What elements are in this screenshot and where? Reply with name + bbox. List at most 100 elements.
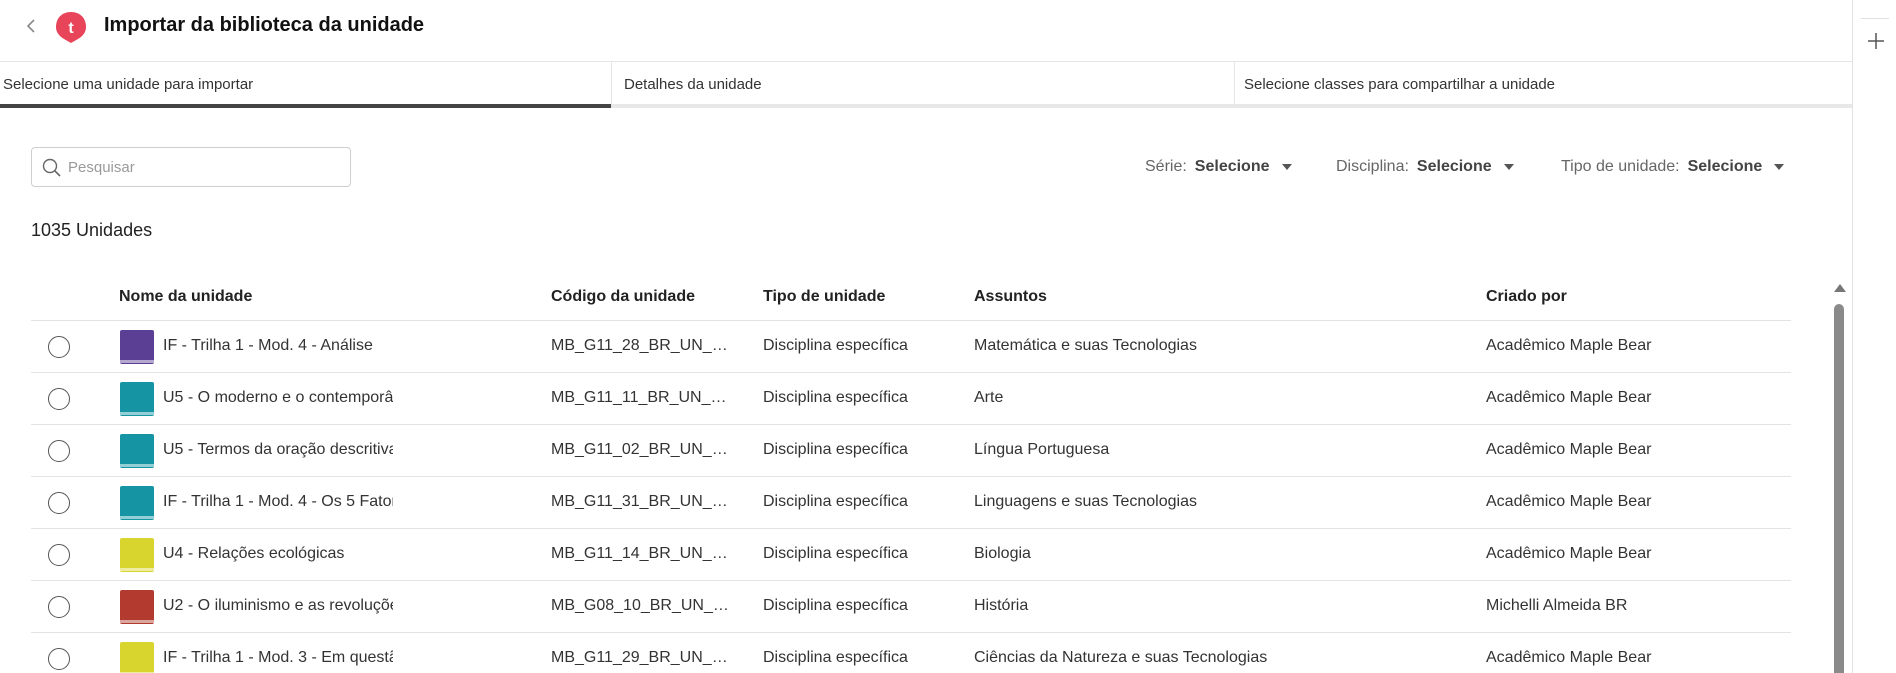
unit-type: Disciplina específica [763, 597, 908, 614]
thumbnail-label [120, 464, 154, 467]
unit-subject: Arte [974, 389, 1004, 406]
table-row[interactable]: U4 - Relações ecológicas MB_G11_14_BR_UN_… [31, 529, 1791, 581]
chevron-left-icon [26, 19, 35, 33]
filter-label: Tipo de unidade: [1561, 158, 1680, 175]
step-label: Selecione classes para compartilhar a un… [1244, 76, 1556, 93]
row-select-radio[interactable] [48, 336, 70, 358]
unit-code: MB_G11_14_BR_UN_2024 [551, 545, 731, 562]
filter-label: Série: [1145, 158, 1187, 175]
unit-created-by: Michelli Almeida BR [1486, 597, 1628, 614]
unit-name[interactable]: U2 - O iluminismo e as revoluções [163, 597, 393, 615]
step-progress-bar [1235, 104, 1852, 108]
side-panel [1852, 0, 1896, 673]
units-count: 1035 Unidades [31, 220, 153, 240]
back-button[interactable] [24, 16, 40, 36]
thumbnail-label [120, 360, 154, 363]
thumbnail-label [120, 568, 154, 571]
unit-type: Disciplina específica [763, 493, 908, 510]
filter-label: Disciplina: [1336, 158, 1409, 175]
table-row[interactable]: IF - Trilha 1 - Mod. 4 - Análise MB_G11_2… [31, 321, 1791, 373]
filter-value: Selecione [1416, 158, 1492, 175]
row-select-radio[interactable] [48, 388, 70, 410]
unit-code: MB_G11_02_BR_UN_2024 [551, 441, 731, 458]
thumbnail-label [120, 516, 154, 519]
unit-type: Disciplina específica [763, 441, 908, 458]
column-header-type[interactable]: Tipo de unidade [763, 288, 885, 306]
units-table: Nome da unidade Código da unidade Tipo d… [31, 280, 1791, 673]
unit-code: MB_G11_11_BR_UN_2024 [551, 389, 731, 406]
caret-down-icon [1503, 164, 1514, 170]
row-select-radio[interactable] [48, 544, 70, 566]
caret-down-icon [1281, 164, 1292, 170]
unit-created-by: Acadêmico Maple Bear [1486, 493, 1652, 510]
unit-subject: Linguagens e suas Tecnologias [974, 493, 1197, 510]
unit-thumbnail [120, 330, 154, 364]
unit-type: Disciplina específica [763, 649, 908, 666]
unit-code: MB_G11_29_BR_UN_2024 [551, 649, 731, 666]
header: t Importar da biblioteca da unidade [0, 0, 1852, 62]
unit-name[interactable]: U5 - O moderno e o contemporâneo [163, 389, 393, 407]
step-share-classes[interactable]: Selecione classes para compartilhar a un… [1235, 62, 1852, 108]
step-progress-bar [612, 104, 1234, 108]
unit-name[interactable]: U5 - Termos da oração descritiva [163, 441, 393, 459]
step-select-unit[interactable]: Selecione uma unidade para importar [0, 62, 612, 108]
step-label: Selecione uma unidade para importar [3, 76, 254, 93]
column-header-subjects[interactable]: Assuntos [974, 288, 1047, 306]
unit-name[interactable]: IF - Trilha 1 - Mod. 4 - Os 5 Fatores [163, 493, 393, 511]
row-select-radio[interactable] [48, 492, 70, 514]
page-title: Importar da biblioteca da unidade [104, 14, 425, 36]
search-icon [42, 158, 61, 177]
unit-created-by: Acadêmico Maple Bear [1486, 337, 1652, 354]
unit-thumbnail [120, 382, 154, 416]
filter-serie[interactable]: Série: Selecione [1145, 158, 1292, 176]
search-input[interactable] [68, 154, 338, 180]
add-button[interactable] [1863, 28, 1889, 54]
step-unit-details[interactable]: Detalhes da unidade [612, 62, 1235, 108]
unit-type: Disciplina específica [763, 337, 908, 354]
row-select-radio[interactable] [48, 440, 70, 462]
plus-icon [1868, 33, 1884, 49]
column-header-name[interactable]: Nome da unidade [119, 288, 252, 306]
divider [1861, 18, 1889, 19]
table-row[interactable]: U5 - O moderno e o contemporâneo MB_G11_1… [31, 373, 1791, 425]
unit-created-by: Acadêmico Maple Bear [1486, 389, 1652, 406]
caret-down-icon [1774, 164, 1785, 170]
unit-created-by: Acadêmico Maple Bear [1486, 545, 1652, 562]
table-row[interactable]: U2 - O iluminismo e as revoluções MB_G08_… [31, 581, 1791, 633]
vertical-scrollbar[interactable] [1832, 282, 1846, 673]
thumbnail-label [120, 620, 154, 623]
filter-value: Selecione [1687, 158, 1763, 175]
row-select-radio[interactable] [48, 648, 70, 670]
unit-subject: Biologia [974, 545, 1031, 562]
unit-name[interactable]: IF - Trilha 1 - Mod. 4 - Análise [163, 337, 393, 355]
scroll-up-icon[interactable] [1834, 284, 1846, 292]
unit-type: Disciplina específica [763, 389, 908, 406]
table-row[interactable]: IF - Trilha 1 - Mod. 3 - Em questão MB_G1… [31, 633, 1791, 673]
step-label: Detalhes da unidade [624, 76, 762, 93]
unit-thumbnail [120, 590, 154, 624]
unit-thumbnail [120, 486, 154, 520]
app-logo: t [54, 10, 88, 44]
filter-tipo-unidade[interactable]: Tipo de unidade: Selecione [1561, 158, 1785, 176]
column-header-created-by[interactable]: Criado por [1486, 288, 1567, 306]
unit-code: MB_G08_10_BR_UN_2024 [551, 597, 731, 614]
search-box[interactable] [31, 147, 351, 187]
import-dialog: t Importar da biblioteca da unidade Sele… [0, 0, 1852, 673]
unit-thumbnail [120, 642, 154, 673]
unit-name[interactable]: IF - Trilha 1 - Mod. 3 - Em questão [163, 649, 393, 667]
unit-name[interactable]: U4 - Relações ecológicas [163, 545, 393, 563]
column-header-code[interactable]: Código da unidade [551, 288, 695, 306]
table-row[interactable]: U5 - Termos da oração descritiva MB_G11_0… [31, 425, 1791, 477]
unit-thumbnail [120, 538, 154, 572]
row-select-radio[interactable] [48, 596, 70, 618]
unit-subject: Matemática e suas Tecnologias [974, 337, 1197, 354]
thumbnail-label [120, 412, 154, 415]
unit-subject: Língua Portuguesa [974, 441, 1110, 458]
unit-subject: Ciências da Natureza e suas Tecnologias [974, 649, 1268, 666]
filter-value: Selecione [1194, 158, 1270, 175]
logo-letter: t [68, 20, 74, 37]
scrollbar-thumb[interactable] [1834, 304, 1844, 673]
table-row[interactable]: IF - Trilha 1 - Mod. 4 - Os 5 Fatores MB_… [31, 477, 1791, 529]
unit-subject: História [974, 597, 1029, 614]
filter-disciplina[interactable]: Disciplina: Selecione [1336, 158, 1514, 176]
